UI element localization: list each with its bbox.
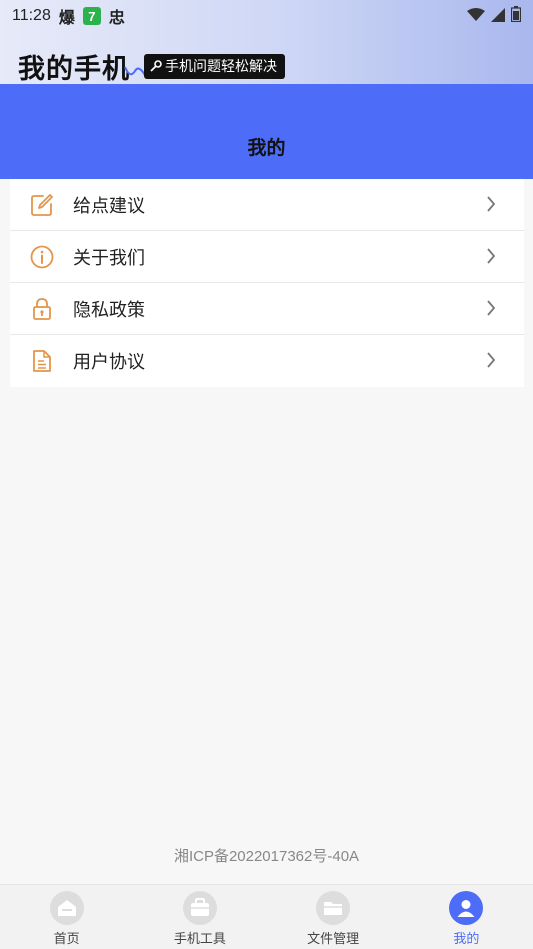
- tab-label: 首页: [53, 932, 80, 947]
- folder-icon: [316, 891, 351, 925]
- menu-item-privacy[interactable]: 隐私政策: [10, 283, 524, 335]
- app-logo: 我的手机 手机问题轻松解决: [18, 48, 285, 85]
- chevron-right-icon: [487, 300, 496, 316]
- tab-phone-tools[interactable]: 手机工具: [133, 885, 266, 949]
- info-icon: [29, 244, 55, 270]
- bottom-tab-bar: 首页 手机工具 文件管理 我的: [0, 884, 533, 949]
- status-bar: 11:28 爆 7 忠: [0, 0, 533, 32]
- tab-label: 手机工具: [173, 932, 226, 947]
- tab-label: 我的: [453, 932, 480, 947]
- wifi-icon: [467, 7, 485, 26]
- signal-icon: [491, 7, 505, 26]
- menu-item-label: 隐私政策: [73, 299, 145, 321]
- tab-home[interactable]: 首页: [0, 885, 133, 949]
- settings-menu: 给点建议 关于我们 隐私政策 用户协议: [10, 179, 524, 387]
- menu-item-label: 用户协议: [73, 352, 145, 373]
- menu-item-label: 给点建议: [73, 195, 145, 217]
- notification-badge-icon: 7: [82, 7, 101, 25]
- wrench-icon: [150, 59, 162, 72]
- battery-icon: [510, 6, 522, 26]
- document-icon: [29, 348, 55, 374]
- notification-icon-2: 忠: [108, 8, 125, 27]
- menu-item-feedback[interactable]: 给点建议: [10, 179, 524, 231]
- chevron-right-icon: [487, 248, 496, 264]
- header-bar: 我的: [0, 84, 533, 179]
- user-icon: [449, 891, 484, 925]
- edit-icon: [29, 192, 55, 218]
- menu-item-label: 关于我们: [73, 247, 145, 269]
- chevron-right-icon: [487, 196, 496, 212]
- slogan-text: 手机问题轻松解决: [165, 58, 277, 75]
- lock-icon: [29, 296, 55, 322]
- toolbox-icon: [182, 891, 217, 925]
- home-icon: [49, 891, 84, 925]
- notification-icon-1: 爆: [58, 8, 75, 27]
- icp-license-text: 湘ICP备2022017362号-40A: [173, 848, 360, 865]
- chevron-right-icon: [487, 352, 496, 368]
- tab-label: 文件管理: [307, 932, 360, 947]
- tab-file-manager[interactable]: 文件管理: [267, 885, 400, 949]
- status-time: 11:28: [12, 7, 51, 24]
- page-title: 我的: [247, 137, 286, 159]
- menu-item-about[interactable]: 关于我们: [10, 231, 524, 283]
- slogan-badge: 手机问题轻松解决: [144, 53, 285, 79]
- app-logo-text: 我的手机: [18, 53, 130, 85]
- menu-item-user-agreement[interactable]: 用户协议: [10, 335, 524, 387]
- tab-mine[interactable]: 我的: [400, 885, 533, 949]
